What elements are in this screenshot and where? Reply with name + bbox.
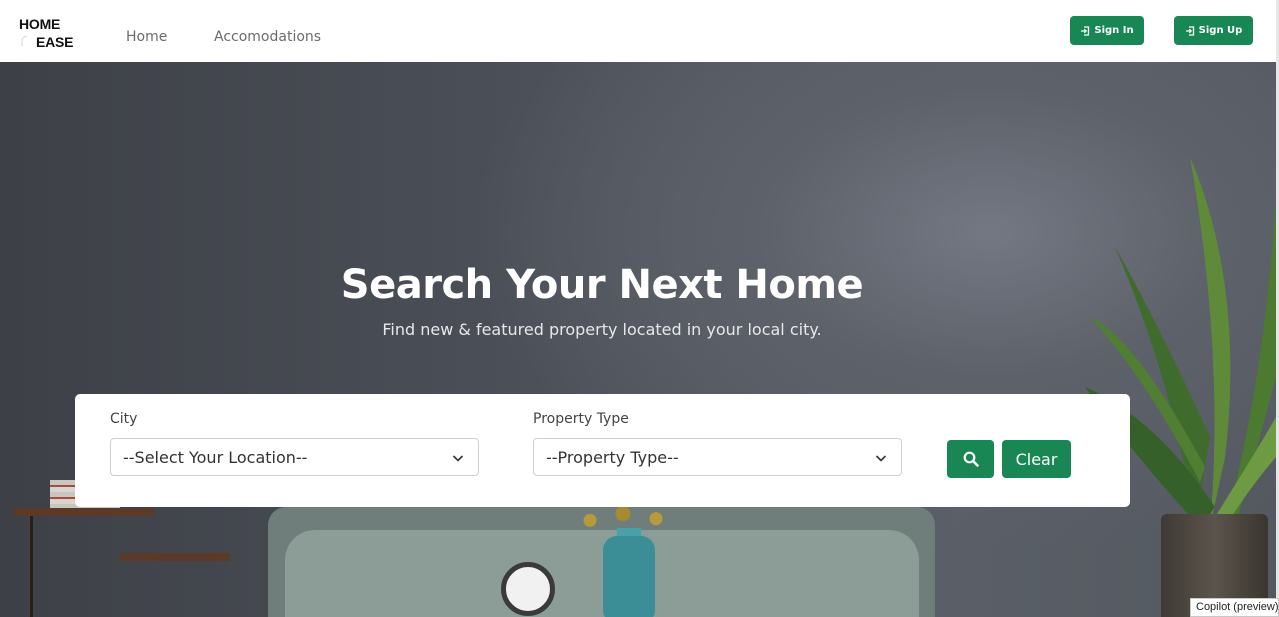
hero-banner: Search Your Next Home Find new & feature…	[0, 62, 1276, 617]
nav-link-home[interactable]: Home	[126, 29, 167, 45]
property-type-select[interactable]: --Property Type--	[533, 438, 902, 476]
search-button[interactable]	[947, 440, 994, 478]
sign-in-button[interactable]: Sign In	[1070, 16, 1144, 45]
top-navbar: HOME EASE Home Accomodations Sign In Sig…	[0, 0, 1279, 62]
sign-up-label: Sign Up	[1198, 25, 1243, 36]
nav-link-accomodations[interactable]: Accomodations	[214, 29, 321, 45]
property-type-label: Property Type	[533, 411, 629, 427]
sofa-seat-decor	[285, 530, 919, 617]
side-table-decor	[14, 508, 154, 516]
sign-up-button[interactable]: Sign Up	[1174, 16, 1253, 45]
alarm-clock-decor	[501, 562, 555, 616]
city-label: City	[110, 411, 138, 427]
sign-up-icon	[1185, 25, 1194, 36]
hero-title: Search Your Next Home	[340, 262, 864, 308]
city-select[interactable]: --Select Your Location--	[110, 438, 479, 476]
chevron-down-icon	[875, 455, 887, 462]
side-table-lower-decor	[120, 553, 230, 561]
brand-logo[interactable]: HOME EASE	[18, 14, 78, 50]
search-card: City --Select Your Location-- Property T…	[75, 394, 1130, 507]
logo-text-home: HOME	[19, 16, 61, 32]
city-select-value: --Select Your Location--	[123, 448, 308, 467]
chevron-down-icon	[452, 455, 464, 462]
search-icon	[963, 451, 979, 467]
house-roof-icon	[21, 35, 28, 46]
copilot-preview-tag[interactable]: Copilot (preview)	[1190, 598, 1279, 617]
sign-in-label: Sign In	[1094, 25, 1134, 36]
vase-decor	[603, 536, 655, 617]
clear-button[interactable]: Clear	[1002, 440, 1071, 478]
sign-in-icon	[1081, 25, 1090, 36]
side-table-leg-decor	[30, 516, 33, 617]
hero-subtitle: Find new & featured property located in …	[382, 320, 822, 339]
logo-text-ease: EASE	[36, 34, 74, 50]
property-type-select-value: --Property Type--	[546, 448, 679, 467]
